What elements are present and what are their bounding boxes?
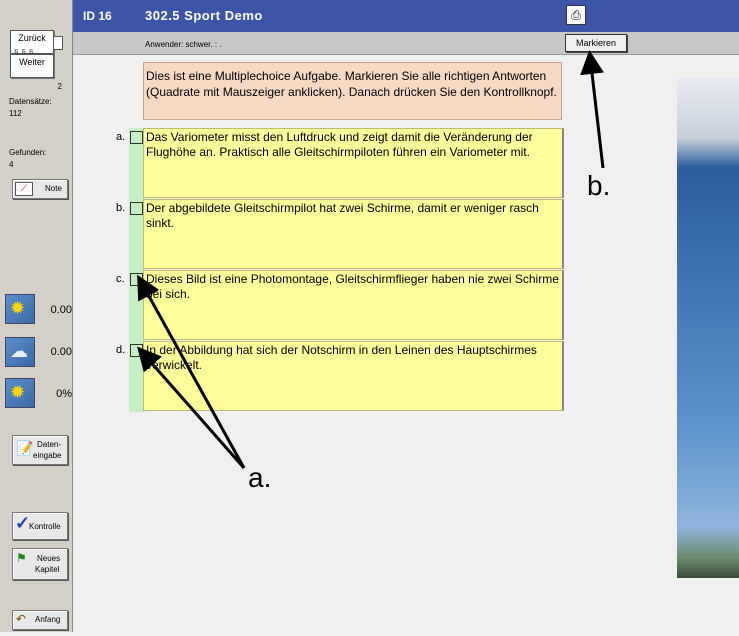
checkmark-icon: ✓ [15,513,31,533]
sidebar: Zurück §§§ Weiter 2 Datensätze: 112 Gefu… [0,0,73,632]
sun-icon: ✹ [5,294,35,324]
user-label: Anwender: schwer. : . [145,40,222,49]
instructions-box: Dies ist eine Multiplechoice Aufgabe. Ma… [143,62,562,120]
answer-checkbox-b[interactable] [130,202,143,215]
answer-text-d: In der Abbildung hat sich der Notschirm … [143,341,564,411]
check-label: Kontrolle [29,522,61,531]
answer-letter-b: b. [116,202,126,214]
paraglider-photo [677,78,739,578]
answer-letter-a: a. [116,131,126,143]
answer-checkbox-d[interactable] [130,344,143,357]
weather-value-cloud: 0.00 [50,346,72,358]
answer-checkbox-a[interactable] [130,131,143,144]
arrow-to-mark-button [580,50,605,169]
data-entry-label-2: eingabe [33,451,62,460]
nav-scroll-handle[interactable] [53,36,63,50]
answer-letter-c: c. [116,273,125,285]
weather-value-sun: 0.00 [50,304,72,316]
start-button[interactable]: ↶ Anfang [12,610,68,630]
data-entry-label-1: Daten- [37,440,62,449]
back-arrow-icon: ↶ [16,612,27,626]
start-label: Anfang [35,615,61,624]
new-chapter-label-1: Neues [37,554,61,563]
notepad-icon: 📝 [16,440,34,456]
records-value: 112 [9,109,22,118]
new-chapter-label-2: Kapitel [35,565,60,574]
record-id: ID 16 [83,9,112,23]
records-label: Datensätze: [9,97,52,106]
answer-checkbox-c[interactable] [130,273,143,286]
annotation-a: a. [248,462,272,493]
annotation-b: b. [587,170,611,201]
answer-text-b: Der abgebildete Gleitschirmpilot hat zwe… [143,199,564,269]
cloud-icon: ☁ [5,337,35,367]
found-value: 4 [9,160,14,169]
new-chapter-button[interactable]: ⚑ Neues Kapitel [12,548,68,580]
nav-page-count: 2 [57,82,62,91]
chart-icon: ⟋ [15,182,33,196]
weather-value-percent: 0% [56,388,72,400]
flag-icon: ⚑ [16,551,27,565]
note-label: Note [45,184,62,193]
sun-cloud-icon: ✹ [5,378,35,408]
answer-text-c: Dieses Bild ist eine Photomontage, Gleit… [143,270,564,340]
check-button[interactable]: ✓ Kontrolle [12,512,68,540]
mark-button[interactable]: Markieren [565,34,627,52]
found-label: Gefunden: [9,148,47,157]
sub-toolbar: Anwender: schwer. : . Markieren [73,32,739,55]
answer-letter-d: d. [116,344,126,356]
navigation-box: Zurück §§§ Weiter 2 [8,30,64,91]
note-button[interactable]: ⟋ Note [12,179,68,199]
title-bar: ID 16 302.5 Sport Demo ⎙ [73,0,739,32]
answer-text-a: Das Variometer misst den Luftdruck und z… [143,128,564,198]
page-title: 302.5 Sport Demo [145,8,263,23]
forward-button[interactable]: Weiter [10,54,54,78]
printer-icon[interactable]: ⎙ [566,5,586,25]
data-entry-button[interactable]: 📝 Daten- eingabe [12,435,68,465]
